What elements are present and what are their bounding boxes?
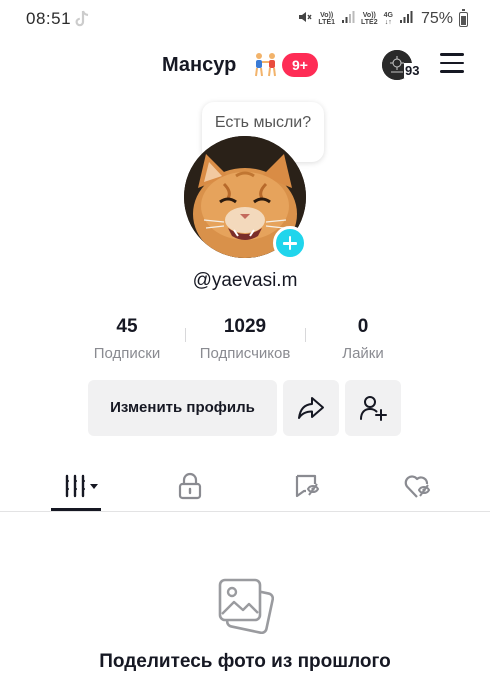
battery-percent: 75%	[420, 10, 453, 27]
battery-icon	[459, 8, 468, 27]
likes-label: Лайки	[342, 345, 384, 362]
coin-count: 93	[404, 63, 421, 78]
notification-badge[interactable]: 9+	[282, 53, 318, 77]
signal-icon-sim1	[341, 10, 355, 29]
tiktok-notification-icon	[74, 10, 90, 28]
menu-button[interactable]	[440, 53, 464, 75]
mute-icon	[298, 10, 312, 29]
tab-tagged[interactable]	[280, 462, 330, 512]
profile-handle[interactable]: @yaevasi.m	[0, 270, 490, 292]
tab-private[interactable]	[164, 462, 214, 512]
network-indicator: 4G ↓↑	[383, 12, 393, 26]
edit-profile-button[interactable]: Изменить профиль	[88, 380, 277, 436]
share-profile-button[interactable]	[283, 380, 339, 436]
empty-state-text: Поделитесь фото из прошлого	[99, 651, 391, 672]
tab-videos[interactable]	[51, 462, 101, 512]
add-story-plus-button[interactable]	[273, 226, 307, 260]
grid-icon	[65, 474, 98, 498]
followers-label: Подписчиков	[199, 345, 291, 362]
photos-icon	[216, 576, 275, 635]
stat-divider	[185, 328, 186, 342]
sim2-indicator: Vo)) LTE2	[361, 12, 378, 26]
followers-count: 1029	[223, 316, 267, 337]
active-tab-indicator	[51, 508, 101, 511]
sim1-indicator: Vo)) LTE1	[318, 12, 336, 26]
share-arrow-icon	[298, 397, 324, 419]
status-bar: 08:51 Vo)) LTE1 Vo)) LTE2 4G ↓↑ 75%	[0, 0, 490, 36]
add-friends-button[interactable]	[345, 380, 401, 436]
likes-count: 0	[357, 316, 369, 337]
tagged-icon	[295, 474, 320, 498]
profile-tabs	[0, 462, 490, 512]
lock-icon	[178, 472, 202, 500]
following-label: Подписки	[93, 345, 161, 362]
stat-following[interactable]: 45 Подписки	[84, 316, 170, 363]
liked-heart-icon	[404, 475, 431, 498]
add-person-icon	[360, 396, 387, 421]
profile-username[interactable]: Мансур	[162, 54, 236, 77]
profile-header: Мансур 9+ 93	[0, 46, 490, 86]
stat-likes[interactable]: 0 Лайки	[326, 316, 400, 363]
following-count: 45	[116, 316, 138, 337]
wrestlers-emoji-icon	[252, 52, 280, 78]
stat-divider	[305, 328, 306, 342]
status-time: 08:51	[26, 9, 72, 28]
stat-followers[interactable]: 1029 Подписчиков	[190, 316, 300, 363]
signal-icon-sim2	[399, 10, 413, 29]
tab-liked[interactable]	[390, 462, 440, 512]
